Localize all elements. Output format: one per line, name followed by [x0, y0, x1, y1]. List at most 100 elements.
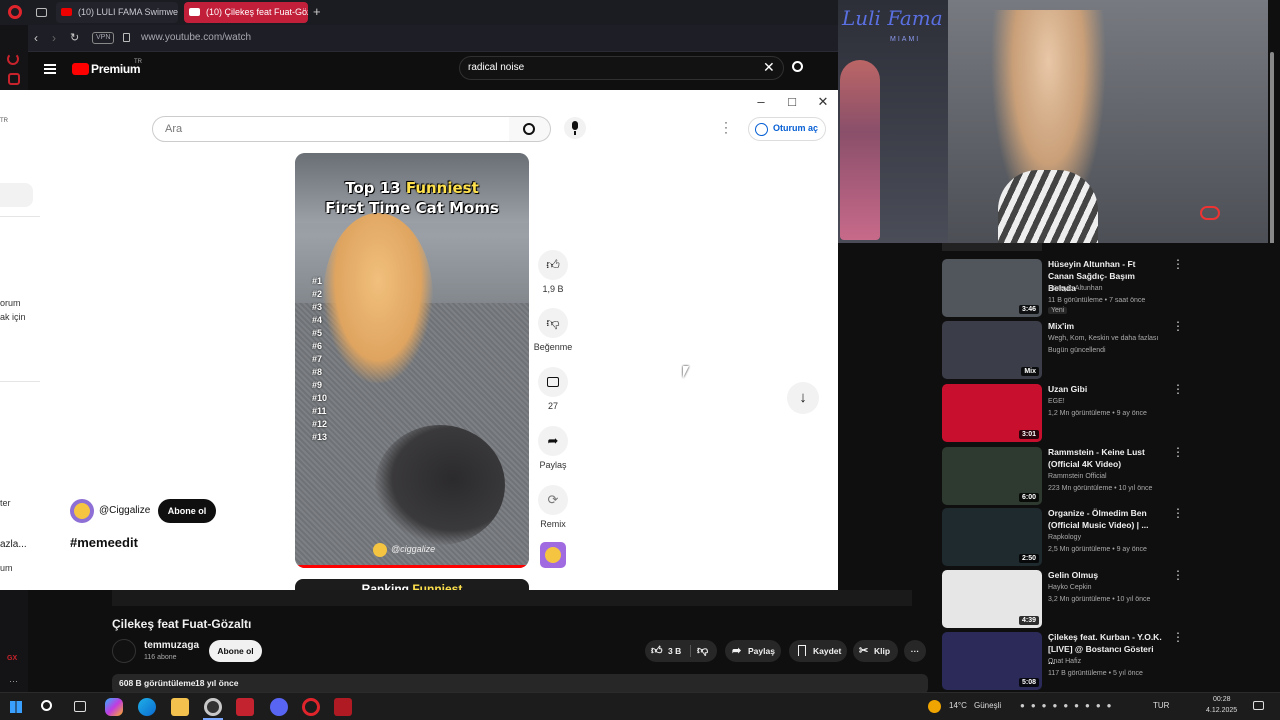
- more-options-icon[interactable]: ⋮: [1172, 568, 1184, 582]
- search-icon[interactable]: [792, 61, 803, 72]
- video-thumbnail[interactable]: 3:01: [942, 384, 1042, 442]
- maximize-icon[interactable]: □: [784, 94, 800, 110]
- microphone-icon[interactable]: [564, 117, 586, 139]
- recommendation-item[interactable]: 5:08 Çilekeş feat. Kurban - Y.O.K. [LIVE]…: [942, 630, 1192, 690]
- tab-cilekes[interactable]: (10) Çilekeş feat Fuat-Göz: [184, 2, 308, 23]
- recommendation-item[interactable]: 4:39 Gelin Olmuş Hayko Cepkin 3,2 Mn görünt…: [942, 568, 1192, 628]
- opera-icon[interactable]: [302, 698, 320, 716]
- vpn-badge[interactable]: VPN: [92, 32, 115, 44]
- recommendation-channel[interactable]: EGE!: [1048, 396, 1178, 407]
- video-thumbnail[interactable]: 4:39: [942, 570, 1042, 628]
- recommendation-title[interactable]: Mix'im: [1048, 320, 1163, 332]
- description-box[interactable]: 608 B görüntüleme 18 yıl önce: [112, 674, 928, 694]
- share-button[interactable]: ➦ Paylaş: [725, 640, 781, 662]
- clip-button[interactable]: ✂ Klip: [853, 640, 898, 662]
- more-options-icon[interactable]: ⋮: [1172, 630, 1184, 644]
- youtube-logo-text[interactable]: Premium: [91, 62, 141, 76]
- notifications-icon[interactable]: [1253, 701, 1264, 710]
- video-thumbnail[interactable]: 6:00: [942, 447, 1042, 505]
- forward-icon[interactable]: ›: [52, 31, 56, 45]
- search-icon[interactable]: [41, 700, 52, 711]
- short-hashtag[interactable]: #memeedit: [70, 535, 138, 550]
- opera-taskbar-icon[interactable]: [204, 698, 222, 716]
- discord-icon[interactable]: [270, 698, 288, 716]
- subscribe-button[interactable]: Abone ol: [158, 499, 216, 523]
- recommendation-item[interactable]: 3:01 Uzan Gibi EGE! 1,2 Mn görüntüleme • 9 …: [942, 382, 1192, 442]
- next-short-preview[interactable]: Ranking Funniest: [295, 579, 529, 590]
- recommendation-title[interactable]: Gelin Olmuş: [1048, 569, 1163, 581]
- opera-menu-icon[interactable]: [8, 5, 22, 19]
- opera-gx-icon[interactable]: [334, 698, 352, 716]
- clock-date[interactable]: 4.12.2025: [1206, 707, 1237, 714]
- recommendation-title[interactable]: Organize - Ölmedim Ben (Official Music V…: [1048, 507, 1163, 531]
- more-options-icon[interactable]: ⋮: [1172, 382, 1184, 396]
- video-thumbnail[interactable]: 3:46: [942, 259, 1042, 317]
- clear-search-icon[interactable]: ✕: [763, 59, 775, 76]
- share-button[interactable]: ➦ Paylaş: [532, 426, 574, 470]
- more-options-icon[interactable]: ⋮: [1172, 506, 1184, 520]
- youtube-logo-icon[interactable]: [72, 63, 89, 75]
- channel-avatar[interactable]: [112, 639, 136, 663]
- video-thumbnail[interactable]: 5:08: [942, 632, 1042, 690]
- recommendation-item[interactable]: Mix Mix'im Wegh, Kom, Keskin ve daha fazla…: [942, 319, 1192, 379]
- recommendation-title[interactable]: Uzan Gibi: [1048, 383, 1163, 395]
- hamburger-menu-icon[interactable]: [44, 64, 56, 74]
- like-button[interactable]: 👍︎ 1,9 B: [532, 250, 574, 294]
- short-video-player[interactable]: Top 13 Funniest First Time Cat Moms #1 #…: [295, 153, 529, 568]
- back-icon[interactable]: ‹: [34, 31, 38, 45]
- minimize-icon[interactable]: –: [753, 94, 769, 110]
- tab-luli-fama[interactable]: (10) LULI FAMA Swimwea: [56, 2, 178, 23]
- aria-icon[interactable]: [8, 73, 20, 85]
- tray-icons[interactable]: ●●●●●●●●●: [1020, 701, 1150, 712]
- more-options-icon[interactable]: ⋮: [1172, 445, 1184, 459]
- popup-search-input[interactable]: Ara: [152, 116, 510, 142]
- more-options-icon[interactable]: · · ·: [724, 116, 728, 138]
- recommendation-item[interactable]: 6:00 Rammstein - Keine Lust (Official 4K …: [942, 445, 1192, 505]
- more-icon[interactable]: ···: [9, 676, 18, 686]
- recommendation-item[interactable]: 3:46 Hüseyin Altunhan - Ft Canan Sağdıç- …: [942, 257, 1192, 317]
- input-language[interactable]: TUR: [1153, 701, 1169, 710]
- search-input[interactable]: radical noise: [459, 56, 784, 80]
- channel-handle[interactable]: @Ciggalize: [99, 505, 150, 516]
- channel-avatar[interactable]: [70, 499, 94, 523]
- weather-condition[interactable]: Güneşli: [974, 701, 1001, 710]
- sidebar-item-gx[interactable]: GX: [7, 655, 17, 662]
- remix-button[interactable]: ⟳ Remix: [532, 485, 574, 529]
- subscribe-button[interactable]: Abone ol: [209, 640, 262, 662]
- like-dislike-segment[interactable]: 👍︎ 3 B 👎︎: [645, 640, 717, 662]
- tab-switcher-icon[interactable]: [36, 8, 47, 17]
- recommendation-title[interactable]: Rammstein - Keine Lust (Official 4K Vide…: [1048, 446, 1163, 470]
- recommendation-channel[interactable]: Hüseyin Altunhan: [1048, 283, 1178, 294]
- edge-icon[interactable]: [138, 698, 156, 716]
- history-icon[interactable]: [7, 53, 19, 65]
- recommendation-channel[interactable]: Rammstein Official: [1048, 471, 1178, 482]
- comments-button[interactable]: 27: [532, 367, 574, 411]
- recommendation-item[interactable]: 2:50 Organize - Ölmedim Ben (Official Mus…: [942, 506, 1192, 566]
- next-short-button[interactable]: ↓: [787, 382, 819, 414]
- more-actions-button[interactable]: ···: [904, 640, 926, 662]
- video-editor-icon[interactable]: [236, 698, 254, 716]
- recommendation-channel[interactable]: Rapkology: [1048, 532, 1178, 543]
- dislike-button[interactable]: 👎︎ Beğenme: [532, 308, 574, 352]
- task-view-icon[interactable]: [74, 701, 86, 712]
- recommendation-channel[interactable]: Hayko Cepkin: [1048, 582, 1178, 593]
- popup-search-button[interactable]: [509, 116, 551, 142]
- sign-in-button[interactable]: Oturum aç: [748, 117, 826, 141]
- recommendation-channel[interactable]: Onat Hafiz: [1048, 656, 1178, 667]
- audio-source-avatar[interactable]: [540, 542, 566, 568]
- weather-icon[interactable]: [928, 700, 941, 713]
- save-button[interactable]: Kaydet: [789, 640, 847, 662]
- video-thumbnail[interactable]: 2:50: [942, 508, 1042, 566]
- picture-in-picture-video[interactable]: Luli Fama MIAMI: [838, 0, 1268, 243]
- channel-name[interactable]: temmuzaga: [144, 640, 199, 651]
- reload-icon[interactable]: ↻: [70, 31, 79, 44]
- file-explorer-icon[interactable]: [171, 698, 189, 716]
- windows-start-icon[interactable]: [10, 701, 22, 713]
- copilot-icon[interactable]: [105, 698, 123, 716]
- url-field[interactable]: www.youtube.com/watch: [141, 32, 251, 43]
- clock-time[interactable]: 00:28: [1213, 696, 1231, 703]
- close-window-icon[interactable]: ✕: [815, 94, 831, 110]
- more-options-icon[interactable]: ⋮: [1172, 257, 1184, 271]
- video-thumbnail[interactable]: Mix: [942, 321, 1042, 379]
- new-tab-button[interactable]: +: [313, 4, 321, 19]
